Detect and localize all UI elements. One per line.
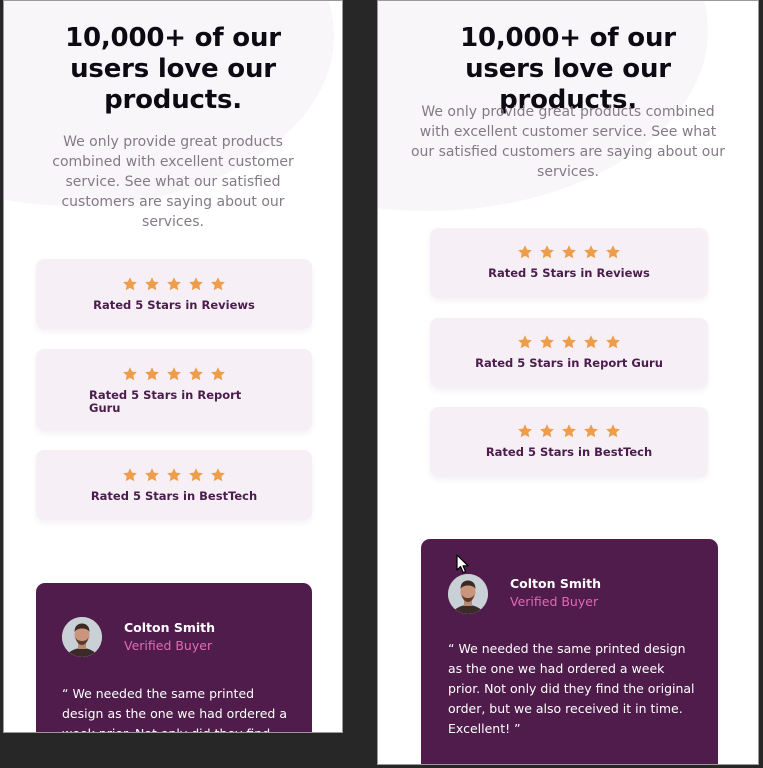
rating-label: Rated 5 Stars in BestTech — [485, 445, 653, 459]
star-icon — [144, 366, 160, 382]
star-icon — [583, 423, 599, 439]
star-icon — [583, 334, 599, 350]
star-icon — [210, 467, 226, 483]
intro-text: We only provide great products combined … — [410, 104, 725, 180]
star-rating — [36, 366, 312, 386]
star-rating — [430, 244, 708, 264]
star-icon — [517, 423, 533, 439]
star-icon — [561, 423, 577, 439]
reviewer-name: Colton Smith — [124, 620, 216, 635]
star-icon — [166, 276, 182, 292]
reviewer-role: Verified Buyer — [510, 594, 599, 609]
star-rating — [36, 276, 312, 296]
reviewer-role: Verified Buyer — [124, 638, 213, 653]
mobile-preview-panel: 10,000+ of our users love our products. … — [3, 0, 343, 733]
avatar — [62, 617, 102, 657]
rating-label: Rated 5 Stars in BestTech — [90, 489, 258, 503]
star-icon — [188, 366, 204, 382]
star-icon — [517, 244, 533, 260]
star-icon — [144, 467, 160, 483]
rating-card-reviews: Rated 5 Stars in Reviews — [36, 259, 312, 329]
star-icon — [188, 467, 204, 483]
intro-text: We only provide great products combined … — [52, 134, 294, 230]
star-icon — [188, 276, 204, 292]
page-title: 10,000+ of our users love our products. — [65, 23, 281, 115]
rating-label: Rated 5 Stars in Reviews — [93, 298, 255, 312]
rating-label: Rated 5 Stars in Report Guru — [475, 356, 663, 370]
rating-card-besttech: Rated 5 Stars in BestTech — [430, 407, 708, 477]
star-icon — [605, 423, 621, 439]
rating-label: Rated 5 Stars in Reviews — [488, 266, 650, 280]
star-icon — [122, 366, 138, 382]
star-icon — [561, 334, 577, 350]
tablet-preview-panel: 10,000+ of our users love our products. … — [377, 0, 759, 765]
star-icon — [583, 244, 599, 260]
rating-card-besttech: Rated 5 Stars in BestTech — [36, 450, 312, 520]
testimonial-card: Colton Smith Verified Buyer “ We needed … — [36, 583, 312, 732]
star-icon — [605, 244, 621, 260]
rating-card-reviews: Rated 5 Stars in Reviews — [430, 228, 708, 298]
star-icon — [166, 366, 182, 382]
star-icon — [561, 244, 577, 260]
mouse-pointer-icon — [456, 554, 469, 574]
rating-card-report-guru: Rated 5 Stars in Report Guru — [430, 318, 708, 388]
star-rating — [430, 334, 708, 354]
star-rating — [430, 423, 708, 443]
star-icon — [144, 276, 160, 292]
star-icon — [539, 244, 555, 260]
star-icon — [539, 334, 555, 350]
star-icon — [166, 467, 182, 483]
rating-label: Rated 5 Stars in Report Guru — [89, 388, 242, 415]
star-icon — [539, 423, 555, 439]
avatar — [448, 574, 488, 614]
star-rating — [36, 467, 312, 487]
star-icon — [210, 366, 226, 382]
star-icon — [605, 334, 621, 350]
star-icon — [210, 276, 226, 292]
reviewer-name: Colton Smith — [510, 576, 602, 591]
star-icon — [517, 334, 533, 350]
testimonial-quote: “ We needed the same printed design as t… — [62, 686, 287, 732]
star-icon — [122, 467, 138, 483]
testimonial-quote: “ We needed the same printed design as t… — [448, 641, 695, 736]
rating-card-report-guru: Rated 5 Stars in Report Guru — [36, 349, 312, 431]
star-icon — [122, 276, 138, 292]
